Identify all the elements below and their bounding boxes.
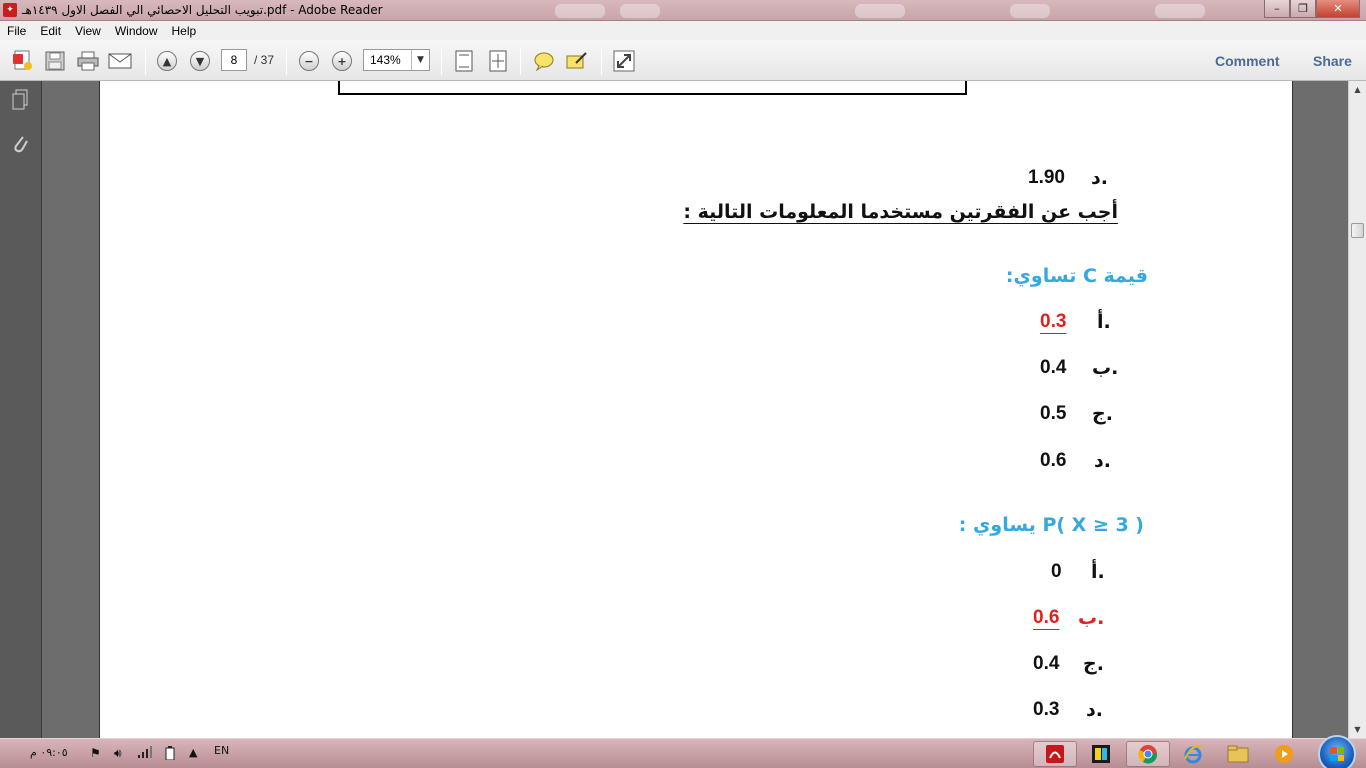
menu-bar: File Edit View Window Help [0, 21, 1366, 40]
question-1-prompt: قيمة C تساوي: [1005, 265, 1148, 287]
q1-option-a-value: 0.3 [1040, 311, 1067, 332]
taskbar-adobe-reader[interactable] [1033, 741, 1077, 767]
q1-option-b-value: 0.4 [1040, 357, 1067, 378]
window-title: تبويب التحليل الاحصائي الي الفصل الاول ١… [22, 3, 383, 17]
document-viewport[interactable]: د. 1.90 أجب عن الفقرتين مستخدما المعلوما… [42, 81, 1348, 738]
q2-option-a-letter: أ. [1091, 561, 1105, 583]
maximize-button[interactable]: ❐ [1290, 0, 1316, 18]
adobe-pdf-icon: ✦ [3, 3, 17, 17]
toolbar: ▲ ▼ − + [0, 40, 1366, 114]
q1-option-d-value: 0.6 [1040, 450, 1067, 471]
menu-help[interactable]: Help [165, 24, 204, 38]
zoom-out-button[interactable]: − [296, 49, 322, 73]
q2-option-c-letter: ج. [1083, 653, 1104, 675]
menu-file[interactable]: File [0, 24, 33, 38]
next-page-button[interactable]: ▼ [187, 49, 213, 73]
taskbar-file-explorer-icon[interactable] [1216, 741, 1260, 767]
chevron-down-icon[interactable]: ▼ [411, 50, 429, 70]
q1-option-c-value: 0.5 [1040, 403, 1067, 424]
vertical-scrollbar[interactable]: ▲ ▼ [1348, 81, 1366, 738]
pdf-page: د. 1.90 أجب عن الفقرتين مستخدما المعلوما… [99, 81, 1293, 738]
zoom-select[interactable]: 143% ▼ [363, 49, 430, 71]
create-pdf-icon[interactable] [10, 49, 36, 73]
q1-option-b-letter: ب. [1092, 357, 1119, 379]
taskbar-internet-explorer-icon[interactable] [1171, 741, 1215, 767]
taskbar-app-icon[interactable] [1079, 741, 1123, 767]
background-thumbnail [1155, 4, 1205, 18]
q2-option-c-value: 0.4 [1033, 653, 1060, 674]
minimize-button[interactable]: – [1264, 0, 1290, 18]
menu-edit[interactable]: Edit [33, 24, 68, 38]
navigation-pane [0, 81, 42, 738]
q2-option-d-value: 0.3 [1033, 699, 1060, 720]
scroll-up-arrow[interactable]: ▲ [1349, 81, 1366, 98]
full-screen-icon[interactable] [611, 49, 637, 73]
menu-window[interactable]: Window [108, 24, 165, 38]
previous-page-button[interactable]: ▲ [154, 49, 180, 73]
comment-button[interactable]: Comment [1215, 53, 1280, 69]
taskbar: ٠٩:٠٥ م ⚑ 🔊︎ ▲ EN [0, 735, 1366, 768]
section-heading: أجب عن الفقرتين مستخدما المعلومات التالي… [683, 201, 1118, 223]
prev-answer-value: 1.90 [1028, 167, 1065, 188]
q2-option-b-value: 0.6 [1033, 607, 1060, 628]
title-bar: ✦ تبويب التحليل الاحصائي الي الفصل الاول… [0, 0, 1366, 21]
prev-answer-letter: د. [1091, 167, 1108, 189]
menu-view[interactable]: View [68, 24, 108, 38]
page-total: / 37 [254, 53, 275, 67]
taskbar-chrome-icon[interactable] [1126, 741, 1170, 767]
q2-option-b-letter: ب. [1078, 607, 1105, 629]
start-button[interactable] [1318, 735, 1356, 768]
table-border [338, 81, 967, 95]
background-thumbnail [620, 4, 660, 18]
highlight-text-icon[interactable] [564, 49, 590, 73]
close-button[interactable]: ✕ [1316, 0, 1360, 18]
background-thumbnail [555, 4, 605, 18]
background-thumbnail [1010, 4, 1050, 18]
q1-option-c-letter: ج. [1092, 403, 1113, 425]
q2-option-a-value: 0 [1051, 561, 1062, 582]
attachments-icon[interactable] [9, 133, 31, 155]
save-icon[interactable] [42, 49, 68, 73]
email-icon[interactable] [107, 49, 133, 73]
clock[interactable]: ٠٩:٠٥ م [30, 746, 68, 759]
language-indicator[interactable]: EN [214, 744, 229, 757]
q1-option-d-letter: د. [1094, 450, 1111, 472]
question-2-prompt: P( X ≥ 3 ) يساوي : [958, 514, 1144, 536]
volume-icon[interactable]: 🔊︎ [114, 746, 122, 761]
q2-option-d-letter: د. [1086, 699, 1103, 721]
fit-width-icon[interactable] [485, 49, 511, 73]
taskbar-media-player-icon[interactable] [1262, 741, 1306, 767]
battery-icon[interactable] [165, 746, 175, 763]
background-thumbnail [855, 4, 905, 18]
q1-option-a-letter: أ. [1097, 311, 1111, 333]
scroll-down-arrow[interactable]: ▼ [1349, 721, 1366, 738]
print-icon[interactable] [75, 49, 101, 73]
share-button[interactable]: Share [1313, 53, 1352, 69]
zoom-in-button[interactable]: + [329, 49, 355, 73]
action-center-flag-icon[interactable]: ⚑ [90, 746, 101, 760]
sticky-note-icon[interactable] [531, 49, 557, 73]
zoom-value: 143% [370, 53, 401, 67]
network-signal-icon[interactable] [138, 746, 152, 761]
show-hidden-icons-icon[interactable]: ▲ [189, 746, 197, 759]
page-number-input[interactable]: 8 [221, 49, 247, 71]
page-thumbnails-icon[interactable] [9, 89, 31, 111]
fit-page-icon[interactable] [451, 49, 477, 73]
scroll-thumb[interactable] [1351, 223, 1364, 238]
